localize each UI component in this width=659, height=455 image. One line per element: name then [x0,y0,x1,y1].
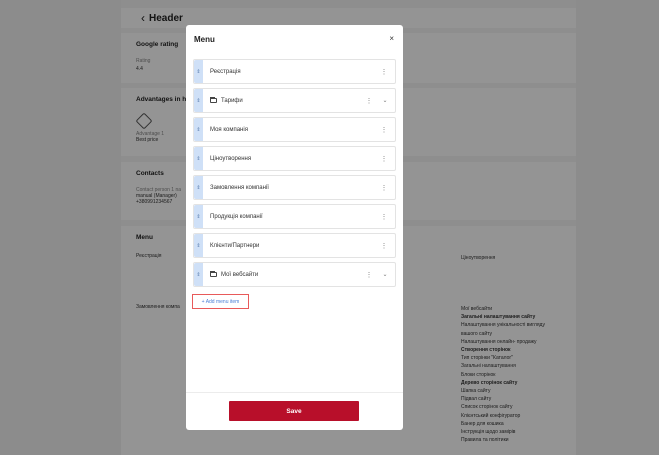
more-options-icon[interactable]: ⋮ [378,155,390,163]
footer-divider [186,392,403,393]
drag-handle-icon[interactable]: ⇕ [194,263,203,286]
menu-item-label: Моя компанія [210,127,378,133]
close-icon[interactable]: × [389,34,394,43]
more-options-icon[interactable]: ⋮ [378,184,390,192]
menu-item-text: Тарифи [221,97,243,104]
menu-item[interactable]: ⇕ Реєстрація ⋮ [193,59,396,84]
menu-item[interactable]: ⇕ Мої вебсайти ⋮ ⌄ [193,262,396,287]
menu-item-text: Клієнти/Партнери [210,242,260,249]
drag-handle-icon[interactable]: ⇕ [194,60,203,83]
menu-item-text: Продукція компанії [210,213,263,220]
menu-item[interactable]: ⇕ Моя компанія ⋮ [193,117,396,142]
more-options-icon[interactable]: ⋮ [378,68,390,76]
menu-item[interactable]: ⇕ Замовлення компанії ⋮ [193,175,396,200]
drag-handle-icon[interactable]: ⇕ [194,147,203,170]
menu-modal: Menu × ⇕ Реєстрація ⋮ ⇕ Тарифи ⋮ ⌄ ⇕ Моя компані… [186,25,403,430]
menu-item-text: Моя компанія [210,126,248,133]
modal-title: Menu [194,35,215,44]
drag-handle-icon[interactable]: ⇕ [194,205,203,228]
more-options-icon[interactable]: ⋮ [378,213,390,221]
menu-item-label: Клієнти/Партнери [210,243,378,249]
more-options-icon[interactable]: ⋮ [378,242,390,250]
menu-item[interactable]: ⇕ Продукція компанії ⋮ [193,204,396,229]
drag-handle-icon[interactable]: ⇕ [194,176,203,199]
menu-item-label: Мої вебсайти [210,271,363,278]
folder-icon [210,271,217,277]
menu-item-text: Мої вебсайти [221,271,259,278]
drag-handle-icon[interactable]: ⇕ [194,118,203,141]
menu-item-label: Реєстрація [210,69,378,75]
menu-item-label: Замовлення компанії [210,185,378,191]
menu-item-label: Продукція компанії [210,214,378,220]
more-options-icon[interactable]: ⋮ [363,97,375,105]
drag-handle-icon[interactable]: ⇕ [194,234,203,257]
more-options-icon[interactable]: ⋮ [378,126,390,134]
menu-item-text: Реєстрація [210,68,241,75]
menu-item[interactable]: ⇕ Ціноутворення ⋮ [193,146,396,171]
folder-icon [210,97,217,103]
menu-item-label: Тарифи [210,97,363,104]
menu-item-text: Ціноутворення [210,155,252,162]
menu-item-label: Ціноутворення [210,156,378,162]
menu-item[interactable]: ⇕ Тарифи ⋮ ⌄ [193,88,396,113]
menu-item[interactable]: ⇕ Клієнти/Партнери ⋮ [193,233,396,258]
chevron-down-icon[interactable]: ⌄ [380,271,390,278]
drag-handle-icon[interactable]: ⇕ [194,89,203,112]
save-button[interactable]: Save [229,401,359,421]
more-options-icon[interactable]: ⋮ [363,271,375,279]
menu-item-text: Замовлення компанії [210,184,269,191]
chevron-down-icon[interactable]: ⌄ [380,97,390,104]
add-menu-item-button[interactable]: + Add menu item [192,294,249,309]
menu-item-list: ⇕ Реєстрація ⋮ ⇕ Тарифи ⋮ ⌄ ⇕ Моя компанія ⋮ ⇕ Ціно… [193,59,396,291]
